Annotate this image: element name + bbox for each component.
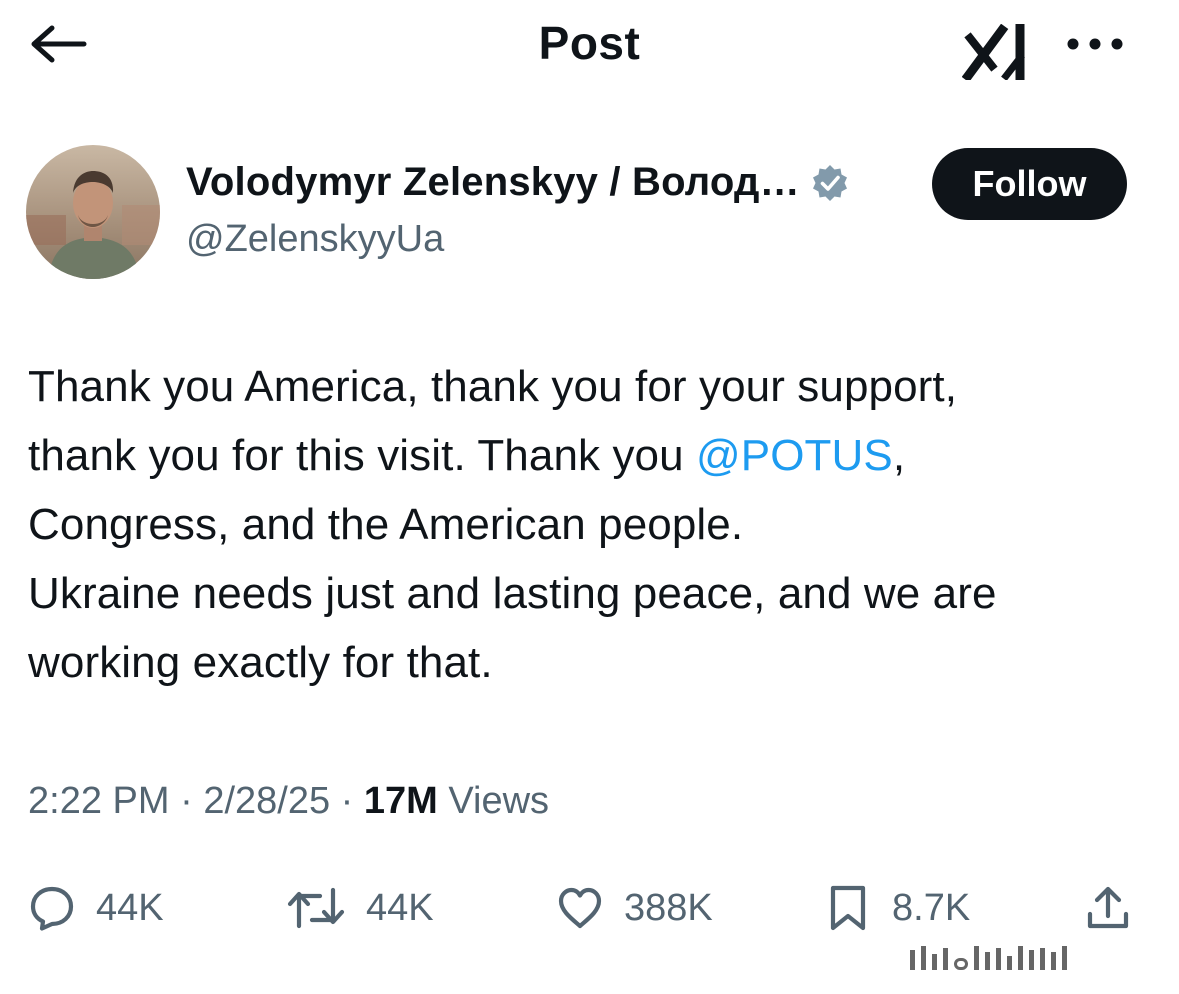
share-button[interactable] [1084, 870, 1132, 946]
display-name-row: Volodymyr Zelenskyy / Волод… [186, 160, 850, 205]
user-handle[interactable]: @ZelenskyyUa [186, 218, 444, 261]
verified-badge-icon [812, 164, 847, 201]
post-time[interactable]: 2:22 PM [28, 780, 170, 822]
views-count: 17M [363, 780, 438, 822]
post-text: Thank you America, thank you for your su… [28, 352, 1158, 697]
post-line: working exactly for that. [28, 638, 493, 687]
reply-button[interactable]: 44K [28, 870, 164, 946]
post-line-text: thank you for this visit. Thank you [28, 431, 697, 480]
reply-count: 44K [96, 886, 164, 929]
top-bar: Post [0, 0, 1179, 90]
post-line: Congress, and the American people. [28, 500, 744, 549]
avatar[interactable] [26, 145, 160, 279]
repost-count: 44K [366, 886, 434, 929]
post-line: thank you for this visit. Thank you @POT… [28, 421, 1158, 490]
share-icon [1087, 886, 1129, 929]
heart-icon [558, 887, 602, 929]
bookmark-button[interactable]: 8.7K [824, 870, 970, 946]
watermark [910, 944, 1067, 970]
meta-separator: · [169, 780, 204, 822]
post-date[interactable]: 2/28/25 [203, 780, 330, 822]
follow-button[interactable]: Follow [932, 148, 1127, 220]
repost-icon [287, 887, 345, 929]
reply-icon [30, 886, 74, 931]
display-name[interactable]: Volodymyr Zelenskyy / Волод… [186, 160, 800, 205]
grok-logo-icon[interactable] [961, 23, 1034, 83]
post-line: Thank you America, thank you for your su… [28, 362, 958, 411]
action-bar: 44K 44K 388K 8.7K [0, 870, 1179, 950]
mention-link[interactable]: @POTUS [696, 431, 893, 480]
like-button[interactable]: 388K [556, 870, 713, 946]
like-count: 388K [624, 886, 713, 929]
post-line-text: , [892, 431, 906, 480]
ellipsis-icon [1067, 38, 1123, 50]
views-label: Views [437, 780, 550, 822]
meta-separator: · [330, 780, 364, 822]
post-line: Ukraine needs just and lasting peace, an… [28, 569, 997, 618]
bookmark-icon [830, 885, 866, 931]
post-meta: 2:22 PM · 2/28/25 · 17M Views [28, 780, 549, 823]
more-options-button[interactable] [1060, 26, 1130, 62]
bookmark-count: 8.7K [892, 886, 971, 929]
repost-button[interactable]: 44K [286, 870, 434, 946]
